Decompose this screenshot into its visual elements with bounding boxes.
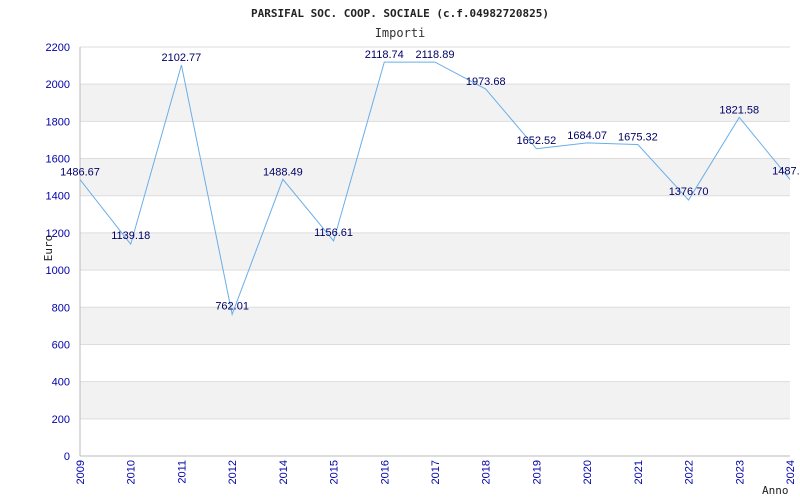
x-tick-label: 2022 bbox=[684, 460, 696, 484]
x-tick-label: 2015 bbox=[329, 460, 341, 484]
line-chart: 0200400600800100012001400160018002000220… bbox=[42, 7, 800, 497]
data-label: 1156.61 bbox=[314, 227, 353, 239]
data-label: 1486.67 bbox=[60, 167, 100, 179]
x-tick-label: 2021 bbox=[633, 460, 645, 484]
x-tick-label: 2020 bbox=[582, 460, 594, 484]
data-label: 1652.52 bbox=[517, 135, 557, 147]
data-label: 2118.74 bbox=[365, 49, 404, 61]
y-tick-label: 800 bbox=[52, 302, 70, 314]
x-tick-label: 2017 bbox=[430, 460, 442, 484]
y-tick-label: 400 bbox=[52, 377, 70, 389]
y-tick-label: 0 bbox=[64, 451, 70, 463]
y-tick-label: 2000 bbox=[46, 79, 70, 91]
data-label: 1376.70 bbox=[669, 186, 709, 198]
x-tick-label: 2009 bbox=[75, 460, 87, 484]
y-tick-label: 1400 bbox=[46, 191, 70, 203]
y-tick-label: 2200 bbox=[46, 42, 70, 54]
chart-title: PARSIFAL SOC. COOP. SOCIALE (c.f.0498272… bbox=[251, 7, 549, 20]
y-tick-label: 1800 bbox=[46, 116, 70, 128]
x-tick-label: 2012 bbox=[227, 460, 239, 484]
data-label: 1675.32 bbox=[618, 132, 658, 144]
y-tick-label: 200 bbox=[52, 414, 70, 426]
y-tick-label: 1600 bbox=[46, 154, 70, 166]
data-label: 1139.18 bbox=[111, 230, 150, 242]
chart-subtitle: Importi bbox=[375, 26, 426, 40]
x-tick-label: 2016 bbox=[379, 460, 391, 484]
grid-band bbox=[80, 381, 790, 419]
grid-band bbox=[80, 307, 790, 345]
x-tick-label: 2024 bbox=[785, 460, 797, 484]
x-tick-label: 2019 bbox=[531, 460, 543, 484]
data-label: 2118.89 bbox=[416, 49, 455, 61]
data-label: 762.01 bbox=[215, 300, 249, 312]
data-label: 2102.77 bbox=[162, 52, 202, 64]
grid-bands bbox=[80, 84, 790, 419]
grid-band bbox=[80, 232, 790, 271]
x-tick-label: 2014 bbox=[278, 460, 290, 484]
data-label: 1821.58 bbox=[719, 104, 759, 116]
data-label: 1684.07 bbox=[567, 130, 607, 142]
data-label: 1488.49 bbox=[263, 166, 303, 178]
x-tick-label: 2018 bbox=[481, 460, 493, 484]
data-label: 1487.9 bbox=[772, 165, 800, 177]
x-tick-label: 2010 bbox=[126, 460, 138, 484]
x-axis-label: Anno bbox=[762, 484, 789, 497]
x-tick-label: 2023 bbox=[734, 460, 746, 484]
y-tick-label: 600 bbox=[52, 339, 70, 351]
y-tick-label: 1000 bbox=[46, 265, 70, 277]
data-label: 1973.68 bbox=[466, 76, 506, 88]
x-tick-labels: 2009 2010 2011 2012 2014 2015 2016 2017 2018 2019… bbox=[75, 460, 797, 484]
x-tick-label: 2011 bbox=[176, 460, 188, 484]
y-axis-label: Euro bbox=[42, 235, 55, 262]
